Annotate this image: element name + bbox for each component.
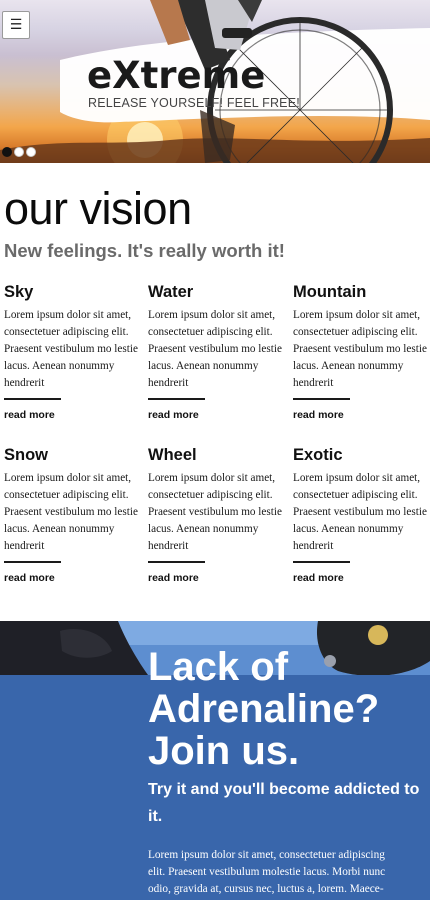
feature-divider [148, 397, 205, 400]
feature-water: Water Lorem ipsum dolor sit amet, consec… [148, 284, 283, 423]
feature-text: Lorem ipsum dolor sit amet, consectetuer… [148, 308, 282, 389]
read-more-link[interactable]: read more [293, 572, 344, 584]
feature-title: Sky [4, 283, 34, 301]
feature-text: Lorem ipsum dolor sit amet, consectetuer… [293, 308, 427, 389]
feature-wheel: Wheel Lorem ipsum dolor sit amet, consec… [148, 447, 283, 586]
feature-snow: Snow Lorem ipsum dolor sit amet, consect… [4, 447, 139, 586]
feature-divider [293, 397, 350, 400]
feature-divider [293, 560, 350, 563]
read-more-link[interactable]: read more [4, 572, 55, 584]
cta-subheadline: Try it and you'll become addicted to it. [148, 781, 420, 825]
feature-title: Exotic [293, 446, 343, 464]
section-subtitle: New feelings. It's really worth it! [4, 240, 285, 261]
cta-headline: Lack of Adrenaline? Join us. [148, 645, 380, 773]
feature-text: Lorem ipsum dolor sit amet, consectetuer… [4, 471, 138, 552]
cta-body-text: Lorem ipsum dolor sit amet, consectetuer… [148, 849, 386, 895]
feature-title: Water [148, 283, 194, 301]
read-more-link[interactable]: read more [4, 409, 55, 421]
menu-button[interactable]: ☰ [2, 11, 30, 39]
slider-pagination [2, 147, 36, 157]
feature-divider [4, 397, 61, 400]
feature-title: Snow [4, 446, 48, 464]
feature-text: Lorem ipsum dolor sit amet, consectetuer… [148, 471, 282, 552]
read-more-link[interactable]: read more [148, 409, 199, 421]
feature-divider [148, 560, 205, 563]
read-more-link[interactable]: read more [148, 572, 199, 584]
feature-exotic: Exotic Lorem ipsum dolor sit amet, conse… [293, 447, 428, 586]
read-more-link[interactable]: read more [293, 409, 344, 421]
feature-text: Lorem ipsum dolor sit amet, consectetuer… [4, 308, 138, 389]
hero-slider: ☰ eXtreme RELEASE YOURSELF! FEEL FREE! [0, 0, 430, 163]
slider-dot-1[interactable] [2, 147, 12, 157]
section-title: our vision [4, 183, 192, 234]
feature-sky: Sky Lorem ipsum dolor sit amet, consecte… [4, 284, 139, 423]
slider-dot-3[interactable] [26, 147, 36, 157]
hamburger-icon: ☰ [9, 17, 23, 33]
feature-title: Mountain [293, 283, 367, 301]
brand-logo[interactable]: eXtreme [87, 57, 265, 94]
feature-text: Lorem ipsum dolor sit amet, consectetuer… [293, 471, 427, 552]
feature-divider [4, 560, 61, 563]
slider-dot-2[interactable] [14, 147, 24, 157]
brand-tagline: RELEASE YOURSELF! FEEL FREE! [88, 96, 300, 110]
feature-title: Wheel [148, 446, 197, 464]
feature-mountain: Mountain Lorem ipsum dolor sit amet, con… [293, 284, 428, 423]
